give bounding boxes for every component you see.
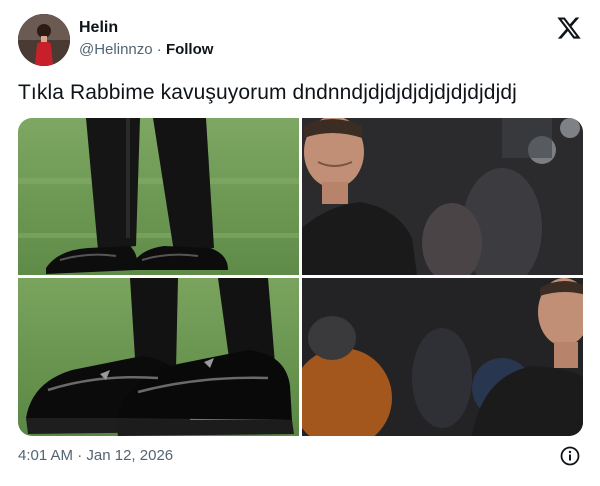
man-black-shirt-crowd-photo: [302, 278, 583, 436]
author-handle[interactable]: @Helinnzo: [79, 41, 153, 58]
timestamp-date: Jan 12, 2026: [86, 447, 174, 464]
man-black-shirt-stadium-photo: [302, 118, 583, 275]
media-photo-1[interactable]: [18, 118, 299, 275]
info-icon[interactable]: [560, 446, 580, 466]
avatar-photo: [18, 14, 70, 66]
timestamp-time: 4:01 AM: [18, 447, 74, 464]
black-platform-shoes-closeup-photo: [18, 278, 299, 436]
x-logo-icon[interactable]: [556, 15, 582, 41]
timestamp-separator: ·: [77, 447, 87, 464]
media-grid[interactable]: [18, 118, 583, 436]
media-photo-3[interactable]: [18, 278, 299, 436]
handle-separator: ·: [156, 41, 166, 58]
avatar[interactable]: [18, 14, 70, 66]
author-name[interactable]: Helin: [79, 19, 118, 37]
legs-black-shoes-grass-photo: [18, 118, 299, 275]
tweet-card: Helin @Helinnzo · Follow Tıkla Rabbime k…: [0, 0, 600, 486]
media-photo-2[interactable]: [302, 118, 583, 275]
tweet-timestamp[interactable]: 4:01 AM · Jan 12, 2026: [18, 447, 173, 464]
media-photo-4[interactable]: [302, 278, 583, 436]
tweet-text: Tıkla Rabbime kavuşuyorum dndnndjdjdjdjd…: [18, 81, 517, 104]
author-handle-row: @Helinnzo · Follow: [79, 41, 213, 58]
follow-button[interactable]: Follow: [166, 41, 214, 58]
